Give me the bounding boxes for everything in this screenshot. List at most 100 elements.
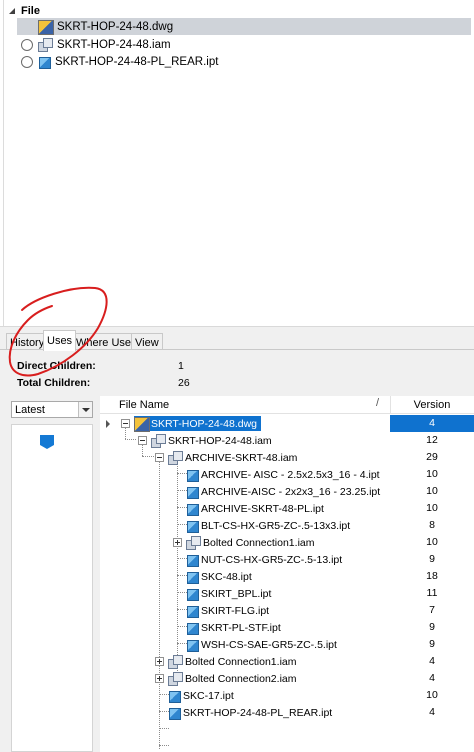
tree-row-label: SKRT-HOP-24-48.dwg — [151, 417, 258, 430]
tree-row[interactable]: SKC-48.ipt 18 — [100, 568, 474, 585]
dwg-file-icon — [134, 417, 150, 432]
chevron-down-icon[interactable] — [78, 402, 92, 417]
tree-row[interactable]: Bolted Connection1.iam 10 — [100, 534, 474, 551]
tree-row[interactable]: Bolted Connection1.iam 4 — [100, 653, 474, 670]
part-file-icon — [186, 520, 199, 533]
part-file-icon — [186, 622, 199, 635]
expand-toggle[interactable] — [155, 657, 164, 666]
tree-row-version: 9 — [429, 553, 435, 565]
tree-row[interactable]: SKRT-HOP-24-48.dwg 4 — [100, 415, 474, 432]
part-file-icon — [186, 469, 199, 482]
expand-toggle[interactable] — [173, 538, 182, 547]
file-radio-button[interactable] — [21, 38, 33, 51]
tree-row-name: ARCHIVE-AISC - 2x2x3_16 - 23.25.ipt — [186, 484, 384, 499]
tree-row-name: WSH-CS-SAE-GR5-ZC-.5.ipt — [186, 637, 341, 652]
tree-row-version: 10 — [426, 468, 438, 480]
tree-row-version: 18 — [426, 570, 438, 582]
tree-row-label: SKIRT-FLG.ipt — [201, 604, 270, 617]
collapse-toggle[interactable] — [138, 436, 147, 445]
tree-row-label: NUT-CS-HX-GR5-ZC-.5-13.ipt — [201, 553, 343, 566]
uses-panel: Direct Children: 1 Total Children: 26 La… — [0, 350, 474, 752]
part-file-icon — [186, 554, 199, 567]
column-header-version[interactable]: Version — [390, 399, 474, 411]
tree-row-label: WSH-CS-SAE-GR5-ZC-.5.ipt — [201, 638, 337, 651]
direct-children-label: Direct Children: — [17, 360, 96, 372]
tree-row-label: SKC-17.ipt — [183, 689, 234, 702]
file-row-dwg[interactable]: SKRT-HOP-24-48.dwg — [17, 18, 471, 35]
tree-row-name: SKRT-HOP-24-48.dwg — [134, 416, 262, 432]
tree-row[interactable]: SKRT-HOP-24-48-PL_REAR.ipt 4 — [100, 704, 474, 721]
tree-row[interactable]: NUT-CS-HX-GR5-ZC-.5-13.ipt 9 — [100, 551, 474, 568]
assembly-file-icon — [168, 655, 183, 669]
tree-row[interactable]: SKC-17.ipt 10 — [100, 687, 474, 704]
tree-row-name: ARCHIVE-SKRT-48-PL.ipt — [186, 501, 328, 516]
dwg-file-icon — [38, 20, 54, 35]
tree-row-version: 12 — [426, 434, 438, 446]
tree-row-version: 10 — [426, 485, 438, 497]
tree-row[interactable]: SKRT-HOP-24-48.iam 12 — [100, 432, 474, 449]
tree-row-name: Bolted Connection1.iam — [168, 654, 301, 669]
version-filter-value: Latest — [15, 403, 45, 416]
tree-row-name: SKC-48.ipt — [186, 569, 256, 584]
total-children-label: Total Children: — [17, 377, 91, 389]
collapse-toggle[interactable] — [155, 453, 164, 462]
tree-row[interactable]: BLT-CS-HX-GR5-ZC-.5-13x3.ipt 8 — [100, 517, 474, 534]
tree-row[interactable]: ARCHIVE-SKRT-48.iam 29 — [100, 449, 474, 466]
part-file-icon — [186, 503, 199, 516]
sort-indicator-icon: / — [376, 397, 380, 409]
uses-grid: File Name / Version SKRT-HOP-24-48.dwg 4… — [100, 396, 474, 752]
tree-row-version: 8 — [429, 519, 435, 531]
assembly-file-icon — [38, 38, 53, 52]
part-file-icon — [186, 639, 199, 652]
tree-line — [159, 728, 169, 729]
tree-row[interactable]: SKIRT-FLG.ipt 7 — [100, 602, 474, 619]
tree-row-version: 4 — [429, 655, 435, 667]
version-slider-track[interactable] — [11, 424, 93, 752]
tree-row-version: 10 — [426, 689, 438, 701]
tree-row-label: SKRT-HOP-24-48-PL_REAR.ipt — [183, 706, 333, 719]
tree-row[interactable]: ARCHIVE-SKRT-48-PL.ipt 10 — [100, 500, 474, 517]
tree-row-name: SKRT-PL-STF.ipt — [186, 620, 285, 635]
tree-row-label: ARCHIVE-AISC - 2x2x3_16 - 23.25.ipt — [201, 485, 381, 498]
collapse-toggle[interactable] — [121, 419, 130, 428]
tree-row[interactable]: Bolted Connection2.iam 4 — [100, 670, 474, 687]
tree-row-name: Bolted Connection2.iam — [168, 671, 301, 686]
assembly-file-icon — [168, 672, 183, 686]
file-group-header[interactable]: File — [8, 3, 40, 19]
tab-uses[interactable]: Uses — [43, 330, 77, 351]
file-list-pane: File SKRT-HOP-24-48.dwg SKRT-HOP-24-48.i… — [0, 0, 474, 326]
tree-row-name: BLT-CS-HX-GR5-ZC-.5-13x3.ipt — [186, 518, 354, 533]
tree-row-version: 4 — [390, 415, 474, 432]
part-file-icon — [168, 707, 181, 720]
tree-row[interactable]: ARCHIVE- AISC - 2.5x2.5x3_16 - 4.ipt 10 — [100, 466, 474, 483]
tree-row-label: Bolted Connection1.iam — [203, 536, 315, 549]
assembly-file-icon — [186, 536, 201, 550]
tree-line — [159, 745, 169, 746]
file-row-iam[interactable]: SKRT-HOP-24-48.iam — [17, 36, 471, 53]
version-slider-thumb[interactable] — [40, 435, 54, 449]
file-name: SKRT-HOP-24-48.dwg — [57, 20, 174, 33]
file-name: SKRT-HOP-24-48.iam — [57, 38, 171, 51]
tree-row[interactable]: ARCHIVE-AISC - 2x2x3_16 - 23.25.ipt 10 — [100, 483, 474, 500]
tree-row[interactable]: SKIRT_BPL.ipt 11 — [100, 585, 474, 602]
tree-row-version: 4 — [429, 706, 435, 718]
collapse-arrow-icon[interactable] — [8, 7, 17, 16]
file-row-ipt[interactable]: SKRT-HOP-24-48-PL_REAR.ipt — [17, 53, 471, 70]
tree-row[interactable]: SKRT-PL-STF.ipt 9 — [100, 619, 474, 636]
tree-row[interactable]: WSH-CS-SAE-GR5-ZC-.5.ipt 9 — [100, 636, 474, 653]
tree-row-label: Bolted Connection2.iam — [185, 672, 297, 685]
tree-row-name: SKRT-HOP-24-48-PL_REAR.ipt — [168, 705, 336, 720]
version-filter-dropdown[interactable]: Latest — [11, 401, 93, 418]
grid-header: File Name / Version — [100, 396, 474, 414]
file-radio-button[interactable] — [21, 55, 33, 68]
column-header-file-name[interactable]: File Name — [119, 399, 169, 411]
tree-row-version: 9 — [429, 621, 435, 633]
tree-row-label: SKRT-PL-STF.ipt — [201, 621, 281, 634]
tree-row-name: SKC-17.ipt — [168, 688, 238, 703]
tree-row-name: SKRT-HOP-24-48.iam — [151, 433, 276, 448]
tree-row-version: 11 — [426, 587, 438, 599]
tree-row-label: ARCHIVE- AISC - 2.5x2.5x3_16 - 4.ipt — [201, 468, 380, 481]
part-file-icon — [168, 690, 181, 703]
part-file-icon — [38, 56, 51, 69]
expand-toggle[interactable] — [155, 674, 164, 683]
